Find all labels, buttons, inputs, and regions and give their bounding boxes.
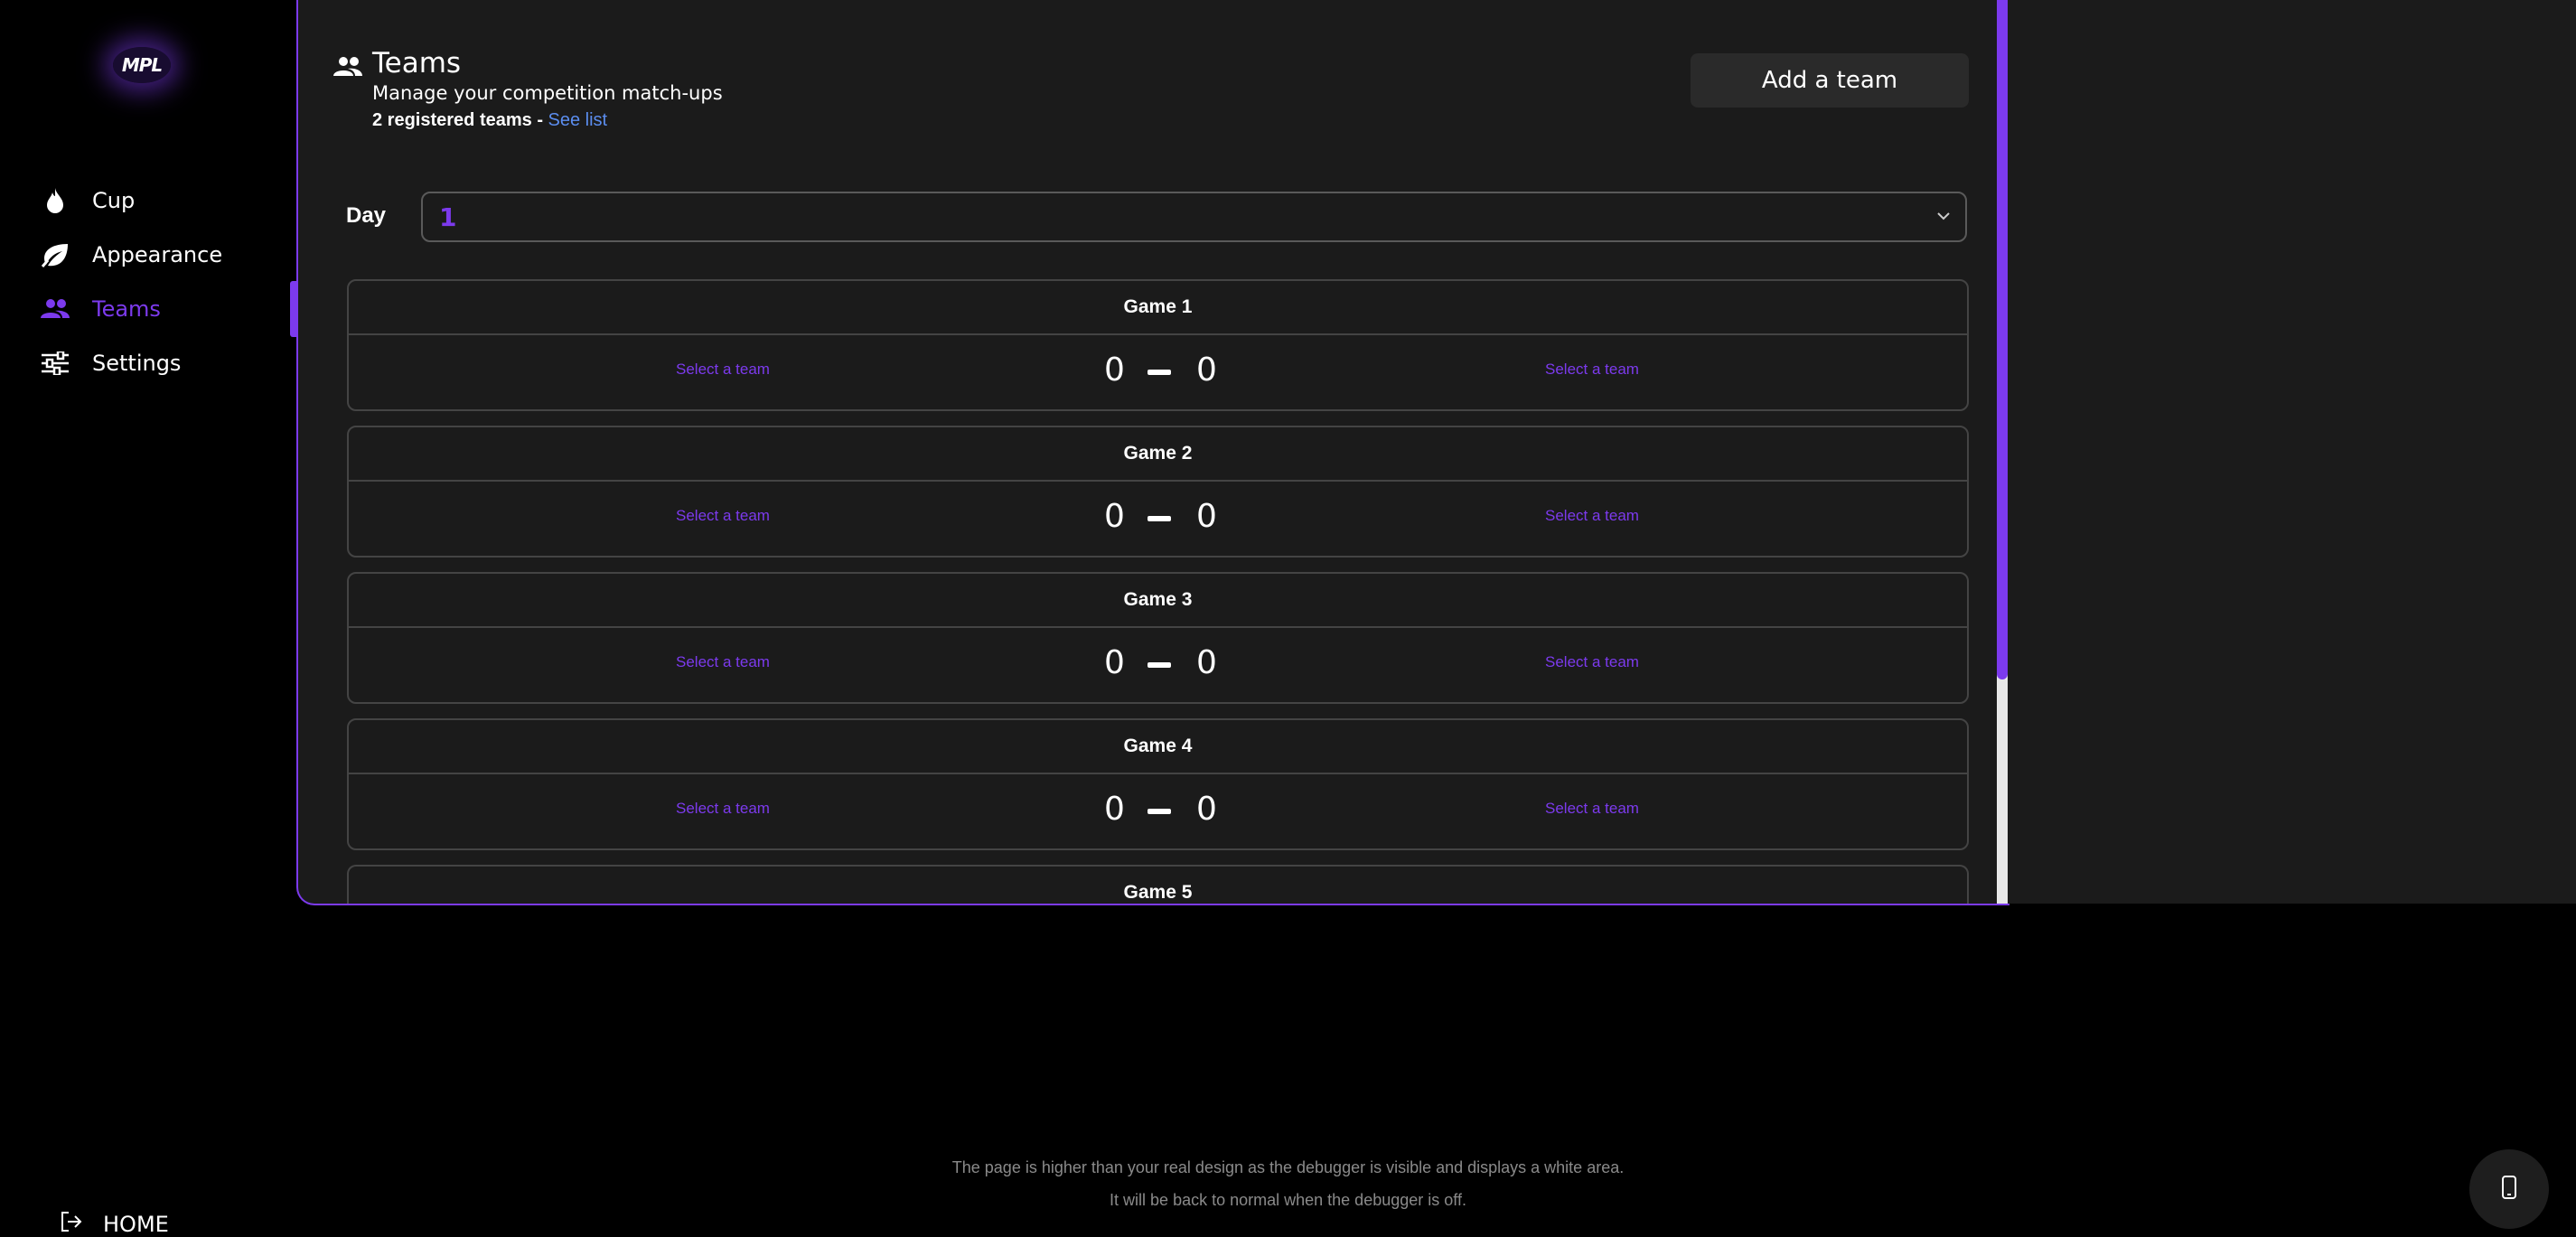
select-left-team[interactable]: Select a team bbox=[676, 653, 770, 671]
sidebar-item-teams[interactable]: Teams bbox=[40, 289, 161, 329]
game-title: Game 4 bbox=[349, 720, 1967, 774]
home-link[interactable]: HOME bbox=[60, 1211, 169, 1237]
sidebar-item-label: Cup bbox=[92, 188, 136, 213]
day-value: 1 bbox=[439, 201, 457, 232]
logo[interactable]: MPL bbox=[113, 47, 171, 83]
select-left-team[interactable]: Select a team bbox=[676, 361, 770, 379]
score-separator bbox=[1147, 516, 1171, 521]
device-toggle-button[interactable] bbox=[2469, 1149, 2549, 1229]
score-separator bbox=[1147, 809, 1171, 814]
select-right-team[interactable]: Select a team bbox=[1545, 800, 1639, 818]
scrollbar-thumb[interactable] bbox=[1997, 0, 2008, 679]
game-card: Game 2 Select a team 0 0 Select a team bbox=[347, 426, 1969, 558]
active-nav-indicator bbox=[290, 281, 296, 337]
sliders-icon bbox=[40, 348, 70, 379]
sidebar-item-label: Settings bbox=[92, 351, 182, 376]
logout-icon bbox=[60, 1211, 83, 1237]
sidebar-item-cup[interactable]: Cup bbox=[40, 181, 135, 220]
chevron-down-icon bbox=[1936, 209, 1951, 225]
game-title: Game 3 bbox=[349, 574, 1967, 628]
select-left-team[interactable]: Select a team bbox=[676, 800, 770, 818]
sidebar-item-label: Teams bbox=[92, 296, 161, 322]
right-pane bbox=[2008, 0, 2576, 904]
add-team-button[interactable]: Add a team bbox=[1691, 53, 1969, 108]
sidebar: MPL Cup Appearance Teams Settings bbox=[0, 0, 296, 1235]
see-list-link[interactable]: See list bbox=[548, 110, 608, 130]
score-right[interactable]: 0 bbox=[1196, 791, 1217, 828]
page-title: Teams bbox=[372, 47, 462, 80]
game-title: Game 1 bbox=[349, 281, 1967, 335]
debugger-note: It will be back to normal when the debug… bbox=[1110, 1191, 1466, 1209]
home-label: HOME bbox=[103, 1211, 169, 1237]
team-count: 2 registered teams - See list bbox=[372, 110, 607, 131]
score-left[interactable]: 0 bbox=[1104, 644, 1125, 681]
flame-icon bbox=[40, 185, 70, 216]
game-title: Game 5 bbox=[1123, 882, 1193, 903]
score-separator bbox=[1147, 662, 1171, 668]
sidebar-item-label: Appearance bbox=[92, 242, 223, 267]
score-left[interactable]: 0 bbox=[1104, 351, 1125, 389]
leaf-icon bbox=[40, 239, 70, 270]
score-separator bbox=[1147, 370, 1171, 375]
sidebar-item-settings[interactable]: Settings bbox=[40, 343, 181, 383]
select-right-team[interactable]: Select a team bbox=[1545, 361, 1639, 379]
game-card: Game 3 Select a team 0 0 Select a team bbox=[347, 572, 1969, 704]
mobile-icon bbox=[2501, 1175, 2517, 1204]
score-right[interactable]: 0 bbox=[1196, 644, 1217, 681]
debugger-note: The page is higher than your real design… bbox=[951, 1158, 1625, 1176]
select-right-team[interactable]: Select a team bbox=[1545, 653, 1639, 671]
score-right[interactable]: 0 bbox=[1196, 498, 1217, 535]
game-title: Game 2 bbox=[349, 427, 1967, 482]
sidebar-item-appearance[interactable]: Appearance bbox=[40, 235, 222, 275]
game-card: Game 5 bbox=[347, 865, 1969, 904]
game-card: Game 4 Select a team 0 0 Select a team bbox=[347, 718, 1969, 850]
score-right[interactable]: 0 bbox=[1196, 351, 1217, 389]
select-left-team[interactable]: Select a team bbox=[676, 507, 770, 525]
day-select[interactable]: 1 bbox=[421, 192, 1967, 242]
logo-text: MPL bbox=[121, 54, 163, 76]
people-icon bbox=[40, 294, 70, 324]
day-label: Day bbox=[346, 203, 387, 228]
game-card: Game 1 Select a team 0 0 Select a team bbox=[347, 279, 1969, 411]
select-right-team[interactable]: Select a team bbox=[1545, 507, 1639, 525]
people-icon bbox=[333, 56, 363, 82]
score-left[interactable]: 0 bbox=[1104, 791, 1125, 828]
score-left[interactable]: 0 bbox=[1104, 498, 1125, 535]
page-subtitle: Manage your competition match-ups bbox=[372, 82, 723, 104]
team-count-text: 2 registered teams - bbox=[372, 110, 548, 130]
